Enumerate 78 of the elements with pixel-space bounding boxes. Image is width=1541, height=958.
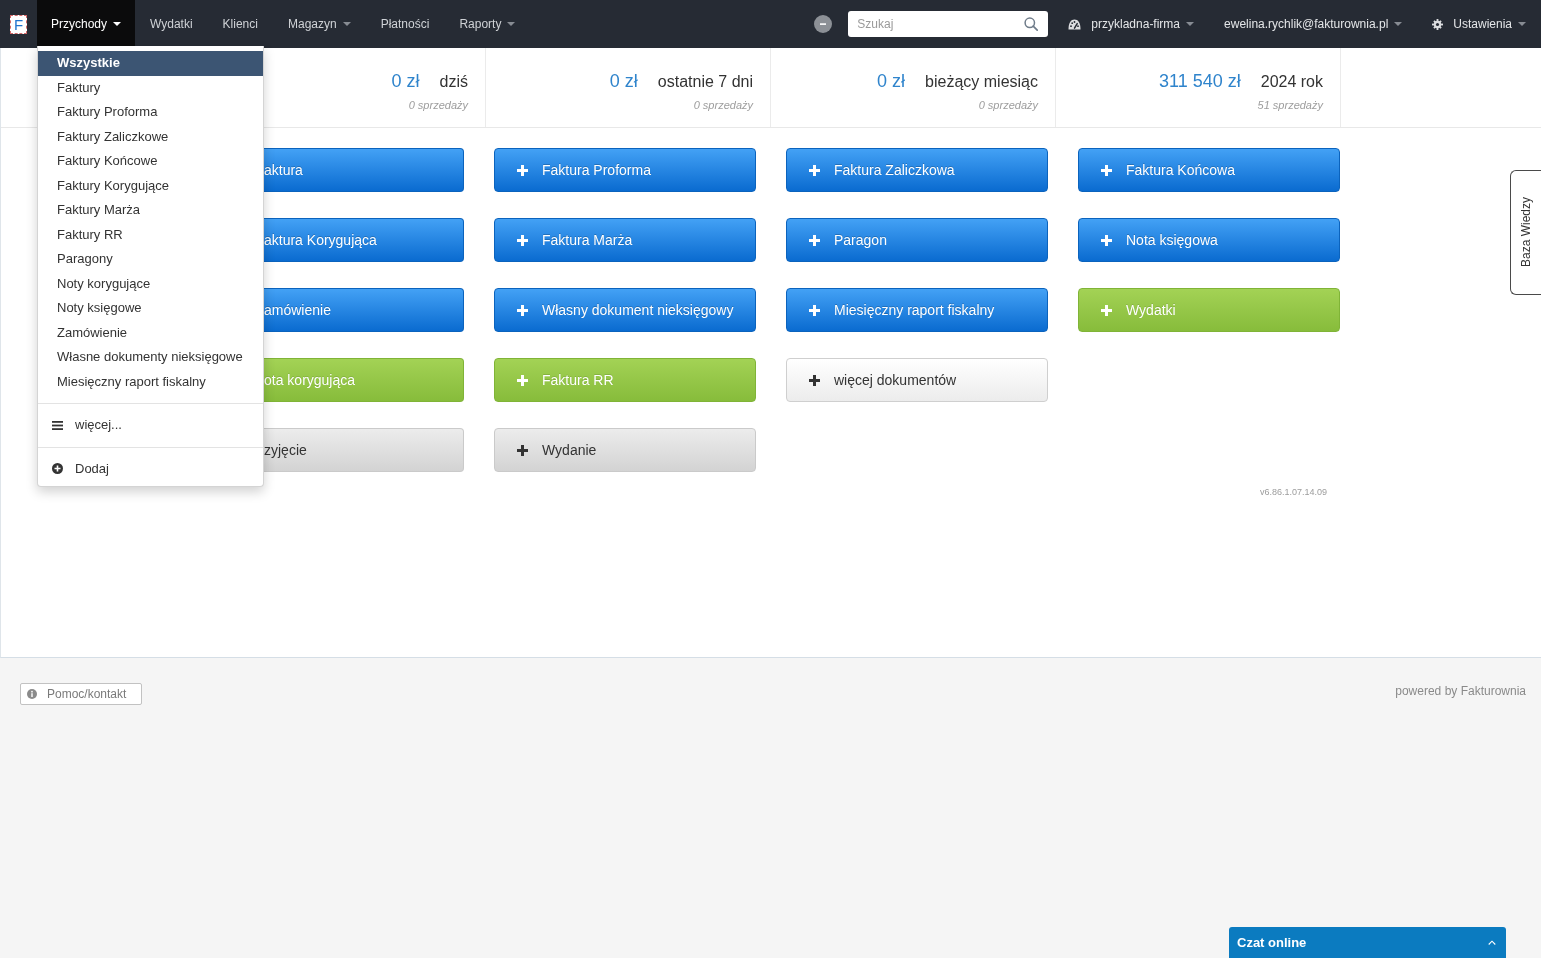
search-field[interactable]: Szukaj <box>848 11 1049 37</box>
dropdown-item[interactable]: Zamówienie <box>38 320 263 345</box>
sales-amount: 0 zł <box>609 70 638 92</box>
dropdown-item[interactable]: Noty księgowe <box>38 296 263 321</box>
dropdown-item[interactable]: Faktury <box>38 75 263 100</box>
sales-count: 0 sprzedaży <box>978 99 1038 111</box>
period-label: dziś <box>439 72 468 92</box>
dropdown-item[interactable]: Paragony <box>38 247 263 272</box>
document-button[interactable]: Wydanie <box>494 428 756 472</box>
sales-count: 0 sprzedaży <box>693 99 753 111</box>
plus-icon <box>809 164 820 176</box>
plus-icon <box>517 234 528 246</box>
search-icon[interactable] <box>1024 17 1039 31</box>
nav-menu-item[interactable]: Przychody <box>37 0 136 48</box>
sales-count: 0 sprzedaży <box>408 99 468 111</box>
account-menu-item[interactable]: Ustawienia <box>1417 0 1541 48</box>
document-button[interactable]: zyjęcie <box>263 428 464 472</box>
dropdown-item[interactable]: Faktury RR <box>38 222 263 247</box>
nav-menu-item[interactable]: Raporty <box>444 0 531 48</box>
document-button[interactable]: więcej dokumentów <box>786 358 1048 402</box>
gauge-icon <box>1068 18 1082 30</box>
period-label: 2024 rok <box>1260 72 1323 92</box>
plus-icon <box>517 444 528 456</box>
powered-by-text: powered by Fakturownia <box>1395 684 1526 698</box>
plus-icon <box>809 234 820 246</box>
document-button[interactable]: aktura <box>263 148 464 192</box>
account-menu-item[interactable]: przykladna-firma <box>1053 0 1210 48</box>
help-button[interactable]: Pomoc/kontakt <box>20 683 143 705</box>
dropdown-action[interactable]: Dodaj <box>38 456 263 481</box>
plus-icon <box>517 164 528 176</box>
document-button[interactable]: Własny dokument nieksięgowy <box>494 288 756 332</box>
plus-icon <box>809 374 820 386</box>
dropdown-item[interactable]: Faktury Korygujące <box>38 173 263 198</box>
document-button[interactable]: Nota księgowa <box>1078 218 1340 262</box>
period-label: ostatnie 7 dni <box>657 72 753 92</box>
document-button[interactable]: Paragon <box>786 218 1048 262</box>
info-icon <box>27 689 37 699</box>
dropdown-action[interactable]: więcej... <box>38 413 263 438</box>
chat-bar[interactable]: Czat online <box>1229 927 1506 958</box>
version-label: v6.86.1.07.14.09 <box>1259 487 1327 497</box>
settings-icon <box>1432 18 1444 30</box>
document-button[interactable]: Faktura Marża <box>494 218 756 262</box>
dropdown-item[interactable]: Noty korygujące <box>38 271 263 296</box>
account-menu-item[interactable]: ewelina.rychlik@fakturownia.pl <box>1209 0 1418 48</box>
document-button[interactable]: Faktura Proforma <box>494 148 756 192</box>
plus-icon <box>517 374 528 386</box>
sales-count: 51 sprzedaży <box>1257 99 1323 111</box>
chevron-up-icon <box>1488 940 1496 945</box>
plus-icon <box>809 304 820 316</box>
nav-menu-item[interactable]: Wydatki <box>135 0 208 48</box>
minus-circle-icon[interactable] <box>814 15 833 33</box>
document-button[interactable]: Faktura Zaliczkowa <box>786 148 1048 192</box>
sales-amount: 0 zł <box>391 70 420 92</box>
dropdown-item[interactable]: Wszystkie <box>38 51 263 76</box>
document-button[interactable]: amówienie <box>263 288 464 332</box>
sales-amount: 0 zł <box>877 70 906 92</box>
period-label: bieżący miesiąc <box>925 72 1038 92</box>
dropdown-item[interactable]: Faktury Końcowe <box>38 149 263 174</box>
knowledge-base-tab[interactable]: Baza Wiedzy <box>1510 170 1541 295</box>
plus-icon <box>1101 304 1112 316</box>
dropdown-item[interactable]: Faktury Zaliczkowe <box>38 124 263 149</box>
menu-icon <box>52 420 63 430</box>
logo[interactable]: F <box>10 14 27 34</box>
plus-icon <box>1101 234 1112 246</box>
sales-amount: 311 540 zł <box>1159 70 1241 92</box>
document-button[interactable]: Faktura Końcowa <box>1078 148 1340 192</box>
nav-menu-item[interactable]: Płatności <box>365 0 445 48</box>
document-button[interactable]: aktura Korygująca <box>263 218 464 262</box>
document-button[interactable]: Miesięczny raport fiskalny <box>786 288 1048 332</box>
dropdown-item[interactable]: Własne dokumenty nieksięgowe <box>38 345 263 370</box>
dropdown-item[interactable]: Miesięczny raport fiskalny <box>38 369 263 394</box>
dropdown-item[interactable]: Faktury Marża <box>38 198 263 223</box>
plus-icon <box>1101 164 1112 176</box>
plus-circle-icon <box>52 463 63 475</box>
plus-icon <box>517 304 528 316</box>
nav-menu-item[interactable]: Magazyn <box>272 0 366 48</box>
dropdown-item[interactable]: Faktury Proforma <box>38 100 263 125</box>
nav-menu-item[interactable]: Klienci <box>207 0 273 48</box>
